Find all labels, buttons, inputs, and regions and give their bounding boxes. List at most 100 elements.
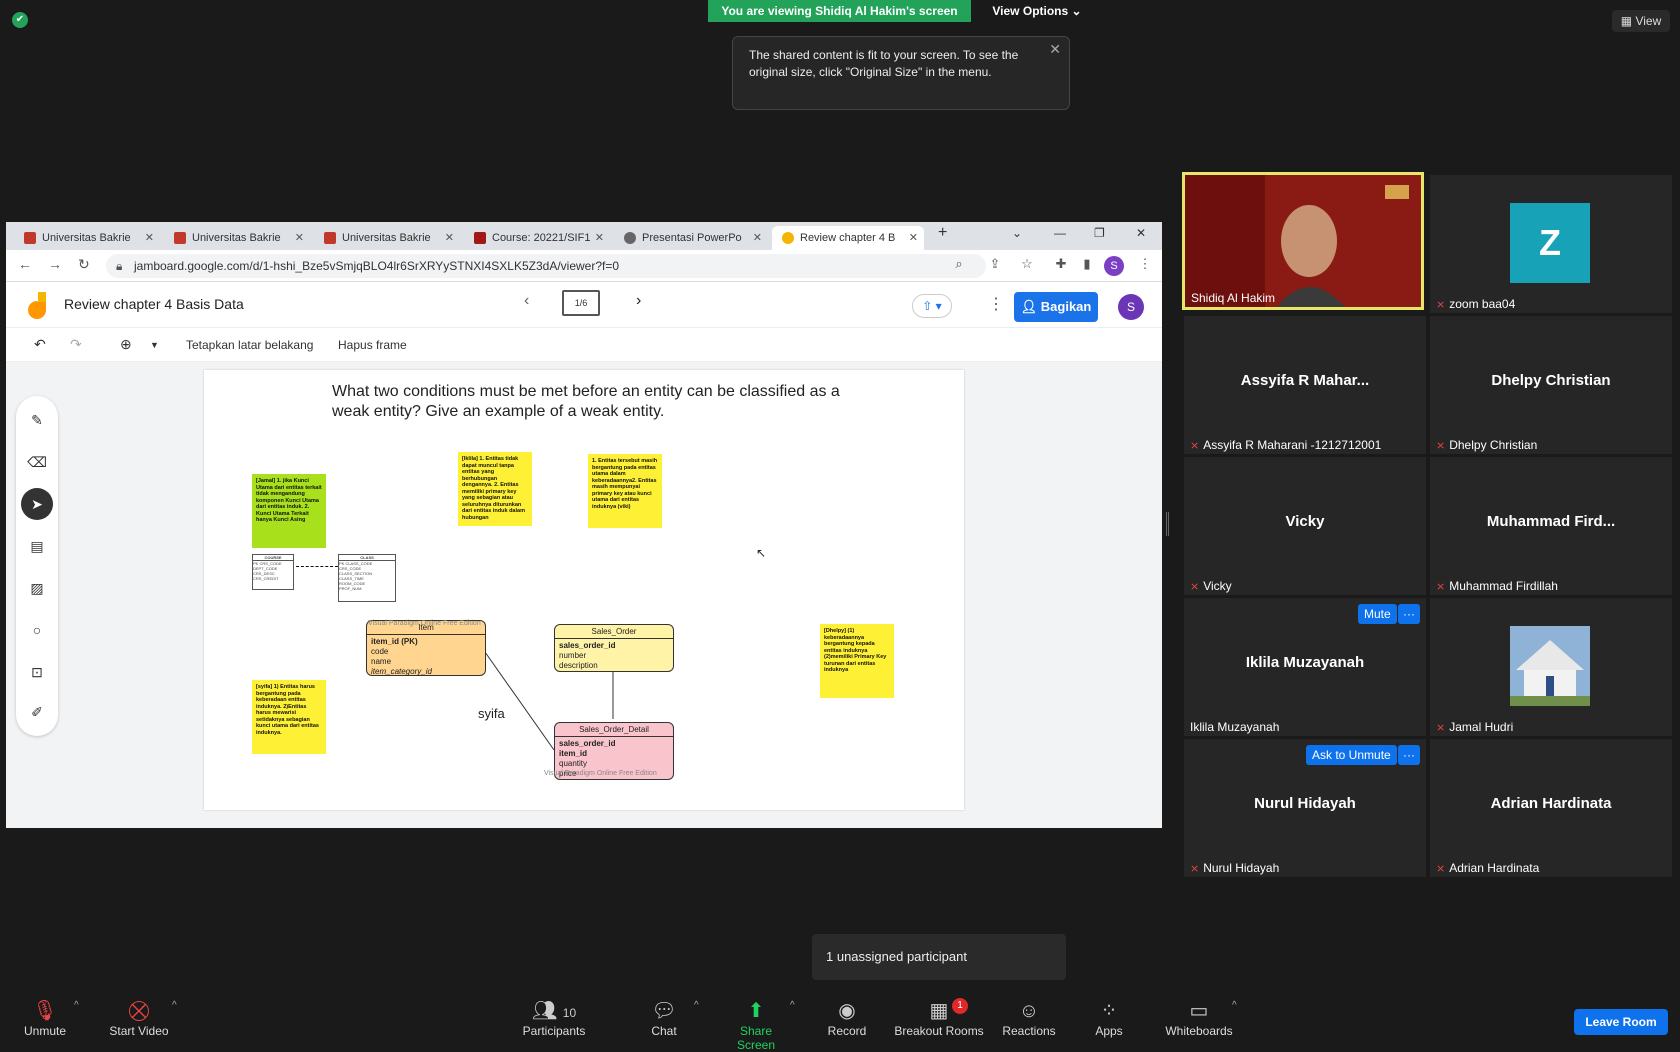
participants-label: Participants [522,1024,586,1038]
browser-tab[interactable]: Universitas Bakrie ✕ [164,226,310,250]
share-page-icon[interactable]: ⇪ [986,256,1004,274]
participant-tile-active-speaker[interactable]: Shidiq Al Hakim [1182,172,1424,310]
view-options-button[interactable]: View Options ⌄ [982,0,1092,22]
close-window-icon[interactable]: ✕ [1136,226,1146,240]
close-icon[interactable]: ✕ [595,226,604,250]
whiteboard-options-caret-icon[interactable]: ^ [1232,1000,1237,1011]
share-options-caret-icon[interactable]: ^ [790,1000,795,1011]
next-frame-icon[interactable]: › [636,292,641,310]
syifa-text-label[interactable]: syifa [478,706,505,721]
browser-tab[interactable]: Universitas Bakrie ✕ [14,226,160,250]
tab-search-chevron-icon[interactable]: ⌄ [1012,226,1022,240]
close-icon[interactable]: ✕ [445,226,454,250]
forward-arrow-icon[interactable]: → [48,256,62,272]
set-background-button[interactable]: Tetapkan latar belakang [186,338,313,352]
undo-icon[interactable]: ↶ [34,336,46,353]
close-icon[interactable]: ✕ [909,226,918,250]
whiteboards-button[interactable]: ▭ Whiteboards [1164,998,1234,1038]
chat-button[interactable]: 💬︎ Chat [646,998,682,1038]
minimize-icon[interactable]: — [1054,226,1066,240]
ask-to-unmute-button[interactable]: Ask to Unmute [1306,745,1397,765]
side-panel-icon[interactable]: ▮ [1078,256,1096,274]
participant-tile[interactable]: Adrian Hardinata ⨯ Adrian Hardinata [1430,739,1672,877]
participant-tile[interactable]: Muhammad Fird... ⨯ Muhammad Firdillah [1430,457,1672,595]
pen-icon[interactable]: ✎ [27,410,47,430]
participant-tile[interactable]: Assyifa R Mahar... ⨯ Assyifa R Maharani -… [1184,316,1426,454]
unmute-button[interactable]: 🎙︎ Unmute [20,998,70,1038]
record-button[interactable]: ◉ Record [826,998,868,1038]
redo-icon[interactable]: ↷ [70,336,82,353]
mute-participant-button[interactable]: Mute [1358,604,1397,624]
participant-display-name: Iklila Muzayanah [1245,654,1365,671]
browser-tab-active[interactable]: Review chapter 4 B ✕ [772,226,924,250]
jam-title[interactable]: Review chapter 4 Basis Data [64,296,244,312]
back-arrow-icon[interactable]: ← [18,256,32,272]
eraser-icon[interactable]: ⌫ [27,452,47,472]
zoom-dropdown-icon[interactable]: ▼ [150,340,159,350]
previous-frame-icon[interactable]: ‹ [524,292,529,310]
text-box-icon[interactable]: ⊡ [27,662,47,682]
extensions-puzzle-icon[interactable]: ✚ [1052,256,1070,274]
reload-icon[interactable]: ↻ [78,256,90,273]
participant-tile[interactable]: Vicky ⨯ Vicky [1184,457,1426,595]
participants-button[interactable]: 👥︎ 10 Participants [520,998,588,1038]
breakout-rooms-button[interactable]: ▦ 1 Breakout Rooms [894,998,984,1038]
select-arrow-icon[interactable]: ➤ [21,488,53,520]
close-icon[interactable]: ✕ [145,226,154,250]
leave-room-button[interactable]: Leave Room [1574,1009,1668,1035]
participant-tile[interactable]: Z ⨯ zoom baa04 [1430,175,1672,313]
browser-tab[interactable]: Presentasi PowerPo ✕ [614,226,768,250]
close-icon[interactable]: ✕ [295,226,304,250]
fit-screen-tooltip: The shared content is fit to your screen… [732,36,1070,110]
share-button[interactable]: 👤︎ Bagikan [1014,292,1098,322]
browser-tab[interactable]: Course: 20221/SIF1 ✕ [464,226,610,250]
more-options-kebab-icon[interactable]: ⋮ [988,294,1004,314]
image-icon[interactable]: ▨ [27,578,47,598]
reactions-button[interactable]: ☺ Reactions [1002,998,1056,1038]
participant-tile[interactable]: Mute ··· Iklila Muzayanah Iklila Muzayan… [1184,598,1426,736]
security-shield-icon[interactable]: ✔ [12,12,28,28]
share-screen-label: Share Screen [736,1024,776,1052]
gallery-resize-handle[interactable] [1166,512,1169,536]
new-tab-plus-icon[interactable]: + [938,224,947,242]
url-input[interactable]: 🔒︎ jamboard.google.com/d/1-hshi_Bze5vSmj… [106,254,986,278]
sticky-note-icon[interactable]: ▤ [27,536,47,556]
drawing-tools-panel: ✎ ⌫ ➤ ▤ ▨ ○ ⊡ ✐ [16,396,58,736]
unassigned-participant-notice[interactable]: 1 unassigned participant [812,934,1066,980]
apps-button[interactable]: ⁘ Apps [1094,998,1124,1038]
clear-frame-button[interactable]: Hapus frame [338,338,407,352]
more-options-ellipsis-icon[interactable]: ··· [1398,745,1420,765]
audio-options-caret-icon[interactable]: ^ [74,1000,79,1011]
share-screen-button[interactable]: ⬆ Share Screen [720,998,792,1052]
start-video-button[interactable]: ⛒ Start Video [104,998,174,1038]
laser-icon[interactable]: ✐ [27,702,47,722]
participant-tile[interactable]: Dhelpy Christian ⨯ Dhelpy Christian [1430,316,1672,454]
frame-indicator[interactable]: 1/6 [562,290,600,316]
restore-icon[interactable]: ❐ [1094,226,1105,240]
muted-mic-icon: 🎙︎ [32,1000,58,1022]
participant-tile[interactable]: Ask to Unmute ··· Nurul Hidayah ⨯ Nurul H… [1184,739,1426,877]
item-entity[interactable]: Item item_id (PK) code name item_categor… [366,620,486,676]
apps-label: Apps [1095,1024,1123,1038]
browser-profile-avatar[interactable]: S [1104,256,1124,276]
circle-shape-icon[interactable]: ○ [27,620,47,640]
participant-name-label: ⨯ Assyifa R Maharani -1212712001 [1190,438,1381,452]
more-options-ellipsis-icon[interactable]: ··· [1398,604,1420,624]
present-to-meeting-icon[interactable]: ⇧ ▾ [912,294,952,318]
muted-mic-icon: ⨯ [1436,863,1446,875]
bookmark-star-icon[interactable]: ☆ [1018,256,1036,274]
sales-order-entity[interactable]: Sales_Order sales_order_id number descri… [554,624,674,672]
view-button[interactable]: ▦ View [1612,10,1670,32]
video-options-caret-icon[interactable]: ^ [172,1000,177,1011]
participant-tile[interactable]: ⨯ Jamal Hudri [1430,598,1672,736]
close-icon[interactable]: ✕ [1049,41,1061,58]
close-icon[interactable]: ✕ [753,226,762,250]
zoom-magnifier-icon[interactable]: ⊕ [120,336,132,353]
browser-tab[interactable]: Universitas Bakrie ✕ [314,226,460,250]
chat-options-caret-icon[interactable]: ^ [694,1000,699,1011]
zoom-magnifier-icon[interactable]: ⌕ [950,256,968,274]
user-avatar[interactable]: S [1118,294,1144,320]
participant-name-text: Muhammad Firdillah [1449,579,1558,593]
browser-menu-kebab-icon[interactable]: ⋮ [1136,256,1154,274]
jam-frame[interactable]: What two conditions must be met before a… [204,370,964,810]
